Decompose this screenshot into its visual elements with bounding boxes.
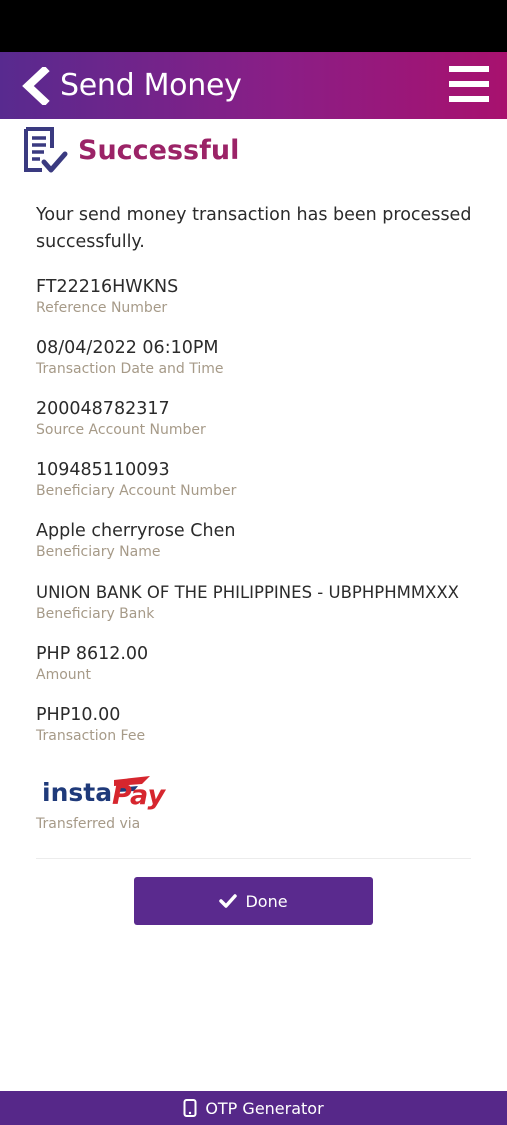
field-label: Reference Number: [36, 300, 168, 316]
back-arrow-icon: [22, 65, 50, 107]
check-icon: [219, 894, 238, 908]
transaction-date-field: 08/04/2022 06:10PM Transaction Date and …: [36, 337, 486, 378]
done-button[interactable]: Done: [134, 877, 373, 925]
field-value: FT22216HWKNS: [36, 277, 179, 297]
otp-generator-button[interactable]: OTP Generator: [0, 1091, 507, 1125]
field-value: UNION BANK OF THE PHILIPPINES - UBPHPHMM…: [36, 583, 459, 602]
success-header: Successful: [22, 126, 492, 176]
back-button[interactable]: [18, 65, 52, 107]
field-value: 109485110093: [36, 460, 170, 480]
instapay-logo: insta Pay: [42, 776, 166, 811]
field-value: 08/04/2022 06:10PM: [36, 338, 219, 358]
beneficiary-name-field: Apple cherryrose Chen Beneficiary Name: [36, 520, 486, 561]
field-value: PHP10.00: [36, 705, 121, 725]
field-label: Transaction Fee: [36, 728, 146, 744]
menu-icon-bar: [449, 96, 489, 102]
transaction-fee-field: PHP10.00 Transaction Fee: [36, 704, 486, 745]
field-label: Beneficiary Bank: [36, 606, 155, 622]
beneficiary-bank-field: UNION BANK OF THE PHILIPPINES - UBPHPHMM…: [36, 582, 486, 623]
menu-button[interactable]: [447, 66, 491, 104]
menu-icon-bar: [449, 81, 489, 87]
beneficiary-account-field: 109485110093 Beneficiary Account Number: [36, 459, 486, 500]
app-header: Send Money: [0, 52, 507, 119]
field-label: Source Account Number: [36, 422, 206, 438]
phone-icon: [183, 1099, 197, 1117]
field-value: PHP 8612.00: [36, 644, 149, 664]
field-label: Amount: [36, 667, 92, 683]
success-title: Successful: [78, 135, 240, 166]
menu-icon: [449, 66, 489, 72]
amount-field: PHP 8612.00 Amount: [36, 643, 486, 684]
page-title: Send Money: [60, 68, 242, 103]
field-label: Beneficiary Name: [36, 544, 161, 560]
field-label: Transaction Date and Time: [36, 361, 224, 377]
done-button-label: Done: [245, 891, 288, 911]
instapay-logo-text-left: insta: [42, 778, 112, 807]
status-bar: [0, 0, 507, 52]
transferred-via-label: Transferred via: [36, 816, 141, 832]
field-value: Apple cherryrose Chen: [36, 521, 236, 541]
document-check-icon: [24, 127, 68, 173]
success-message: Your send money transaction has been pro…: [36, 205, 472, 252]
instapay-logo-text-right: Pay: [112, 780, 166, 811]
otp-generator-label: OTP Generator: [205, 1098, 324, 1118]
field-label: Beneficiary Account Number: [36, 483, 237, 499]
reference-number-field: FT22216HWKNS Reference Number: [36, 276, 486, 317]
source-account-field: 200048782317 Source Account Number: [36, 398, 486, 439]
field-value: 200048782317: [36, 399, 170, 419]
divider: [36, 858, 471, 859]
